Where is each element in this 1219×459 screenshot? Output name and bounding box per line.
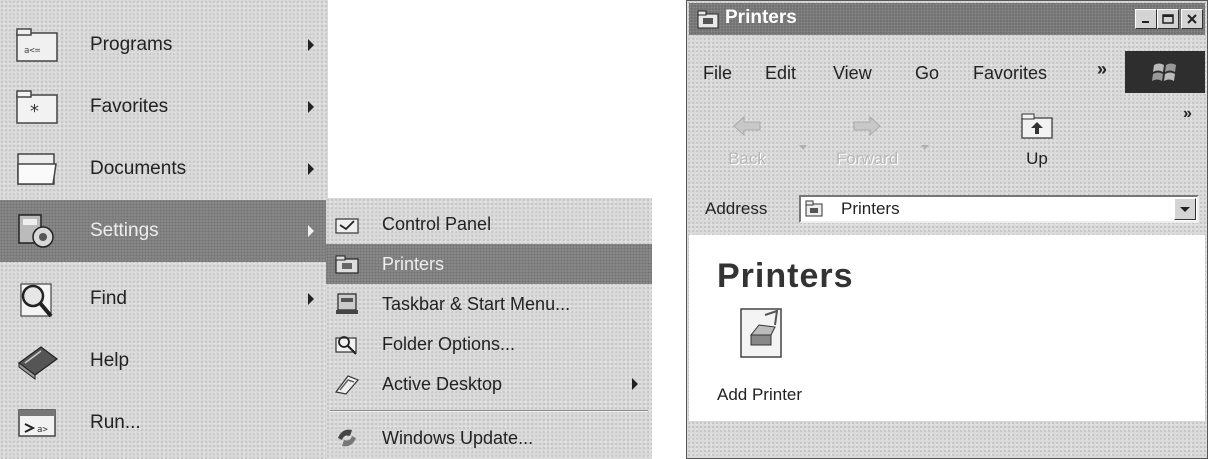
add-printer-icon[interactable]: [737, 305, 789, 361]
start-menu-item-label: Run...: [90, 412, 141, 433]
windows-update-icon: [334, 426, 360, 450]
menu-view[interactable]: View: [833, 63, 872, 84]
menu-file[interactable]: File: [703, 63, 732, 84]
folder-options-icon: [334, 332, 360, 356]
start-menu-item-run[interactable]: a> Run...: [0, 392, 328, 454]
svg-text:*: *: [30, 101, 39, 122]
submenu-item-taskbar[interactable]: Taskbar & Start Menu...: [326, 284, 652, 324]
start-menu-item-settings[interactable]: Settings: [0, 200, 328, 262]
submenu-separator: [330, 410, 648, 412]
submenu-arrow-icon: [308, 163, 314, 175]
run-icon: a>: [14, 402, 60, 444]
start-menu-item-programs[interactable]: a<= Programs: [0, 14, 328, 76]
start-menu-item-label: Programs: [90, 34, 173, 55]
submenu-arrow-icon: [632, 378, 638, 390]
submenu-item-folder-options[interactable]: Folder Options...: [326, 324, 652, 364]
menu-favorites[interactable]: Favorites: [973, 63, 1047, 84]
printers-window: Printers File Edit View Go Favorites » B…: [686, 0, 1208, 459]
menu-chevron-icon[interactable]: »: [1097, 59, 1107, 80]
submenu-arrow-icon: [308, 225, 314, 237]
window-title: Printers: [725, 7, 797, 28]
start-menu-item-find[interactable]: Find: [0, 268, 328, 330]
submenu-item-windows-update[interactable]: Windows Update...: [326, 418, 652, 458]
folder-content: Printers Add Printer: [689, 235, 1205, 421]
maximize-button[interactable]: [1157, 9, 1179, 29]
address-field[interactable]: Printers: [799, 195, 1199, 223]
submenu-arrow-icon: [308, 101, 314, 113]
forward-label: Forward: [835, 149, 899, 168]
address-value: Printers: [841, 199, 900, 218]
start-menu-item-label: Favorites: [90, 96, 169, 117]
forward-button[interactable]: Forward: [819, 105, 915, 181]
svg-text:a<=: a<=: [24, 46, 41, 56]
minimize-icon: [1142, 21, 1149, 23]
start-menu-item-help[interactable]: Help: [0, 330, 328, 392]
documents-folder-icon: [14, 148, 60, 190]
status-bar: [689, 421, 1205, 457]
start-menu-item-label: Find: [90, 288, 127, 309]
toolbar-chevron-icon[interactable]: »: [1183, 105, 1192, 123]
menu-bar: File Edit View Go Favorites »: [689, 51, 1205, 99]
forward-arrow-icon: [849, 111, 885, 141]
help-book-icon: [14, 340, 60, 382]
printers-folder-icon: [805, 200, 823, 218]
windows-logo-icon: [1125, 51, 1205, 93]
minimize-button[interactable]: [1135, 9, 1157, 29]
taskbar-icon: [334, 292, 360, 316]
address-dropdown-button[interactable]: [1174, 198, 1196, 220]
start-menu-item-label: Settings: [90, 220, 159, 241]
submenu-item-label: Taskbar & Start Menu...: [382, 293, 571, 314]
menu-go[interactable]: Go: [915, 63, 939, 84]
settings-submenu: Control Panel Printers Taskbar & Start M…: [326, 198, 652, 459]
up-folder-icon: [1019, 111, 1055, 141]
printers-folder-icon: [697, 9, 719, 29]
submenu-item-control-panel[interactable]: Control Panel: [326, 204, 652, 244]
submenu-item-label: Printers: [382, 253, 445, 274]
favorites-folder-icon: *: [14, 86, 60, 128]
up-button[interactable]: Up: [989, 105, 1085, 181]
up-label: Up: [1026, 149, 1048, 168]
address-label: Address: [705, 199, 768, 218]
svg-text:a>: a>: [37, 425, 48, 435]
add-printer-label[interactable]: Add Printer: [717, 385, 802, 405]
submenu-arrow-icon: [308, 39, 314, 51]
back-dropdown-icon[interactable]: [799, 145, 807, 150]
folder-heading: Printers: [717, 257, 854, 295]
submenu-item-label: Windows Update...: [382, 427, 534, 448]
back-button[interactable]: Back: [699, 105, 795, 181]
settings-icon: [14, 210, 60, 252]
close-icon: [1187, 14, 1197, 24]
address-bar: Address Printers: [689, 191, 1205, 231]
programs-folder-icon: a<=: [14, 24, 60, 66]
submenu-item-active-desktop[interactable]: Active Desktop: [326, 364, 652, 404]
submenu-item-label: Folder Options...: [382, 333, 516, 354]
title-bar[interactable]: Printers: [689, 3, 1205, 35]
control-panel-icon: [334, 212, 360, 236]
start-menu-item-favorites[interactable]: * Favorites: [0, 76, 328, 138]
forward-dropdown-icon[interactable]: [921, 145, 929, 150]
back-arrow-icon: [729, 111, 765, 141]
submenu-item-label: Control Panel: [382, 213, 492, 234]
start-menu: a<= Programs * Favorites Documents Setti…: [0, 0, 328, 459]
close-button[interactable]: [1181, 9, 1203, 29]
toolbar: Back Forward Up »: [689, 99, 1205, 191]
back-label: Back: [728, 149, 766, 168]
submenu-arrow-icon: [308, 293, 314, 305]
start-menu-item-label: Help: [90, 350, 130, 371]
printers-folder-icon: [334, 252, 360, 276]
start-menu-item-label: Documents: [90, 158, 187, 179]
submenu-item-label: Active Desktop: [382, 373, 503, 394]
maximize-icon: [1162, 14, 1174, 24]
start-menu-item-documents[interactable]: Documents: [0, 138, 328, 200]
menu-edit[interactable]: Edit: [765, 63, 796, 84]
active-desktop-icon: [334, 372, 360, 396]
find-magnifier-icon: [14, 278, 60, 320]
submenu-item-printers[interactable]: Printers: [326, 244, 652, 284]
